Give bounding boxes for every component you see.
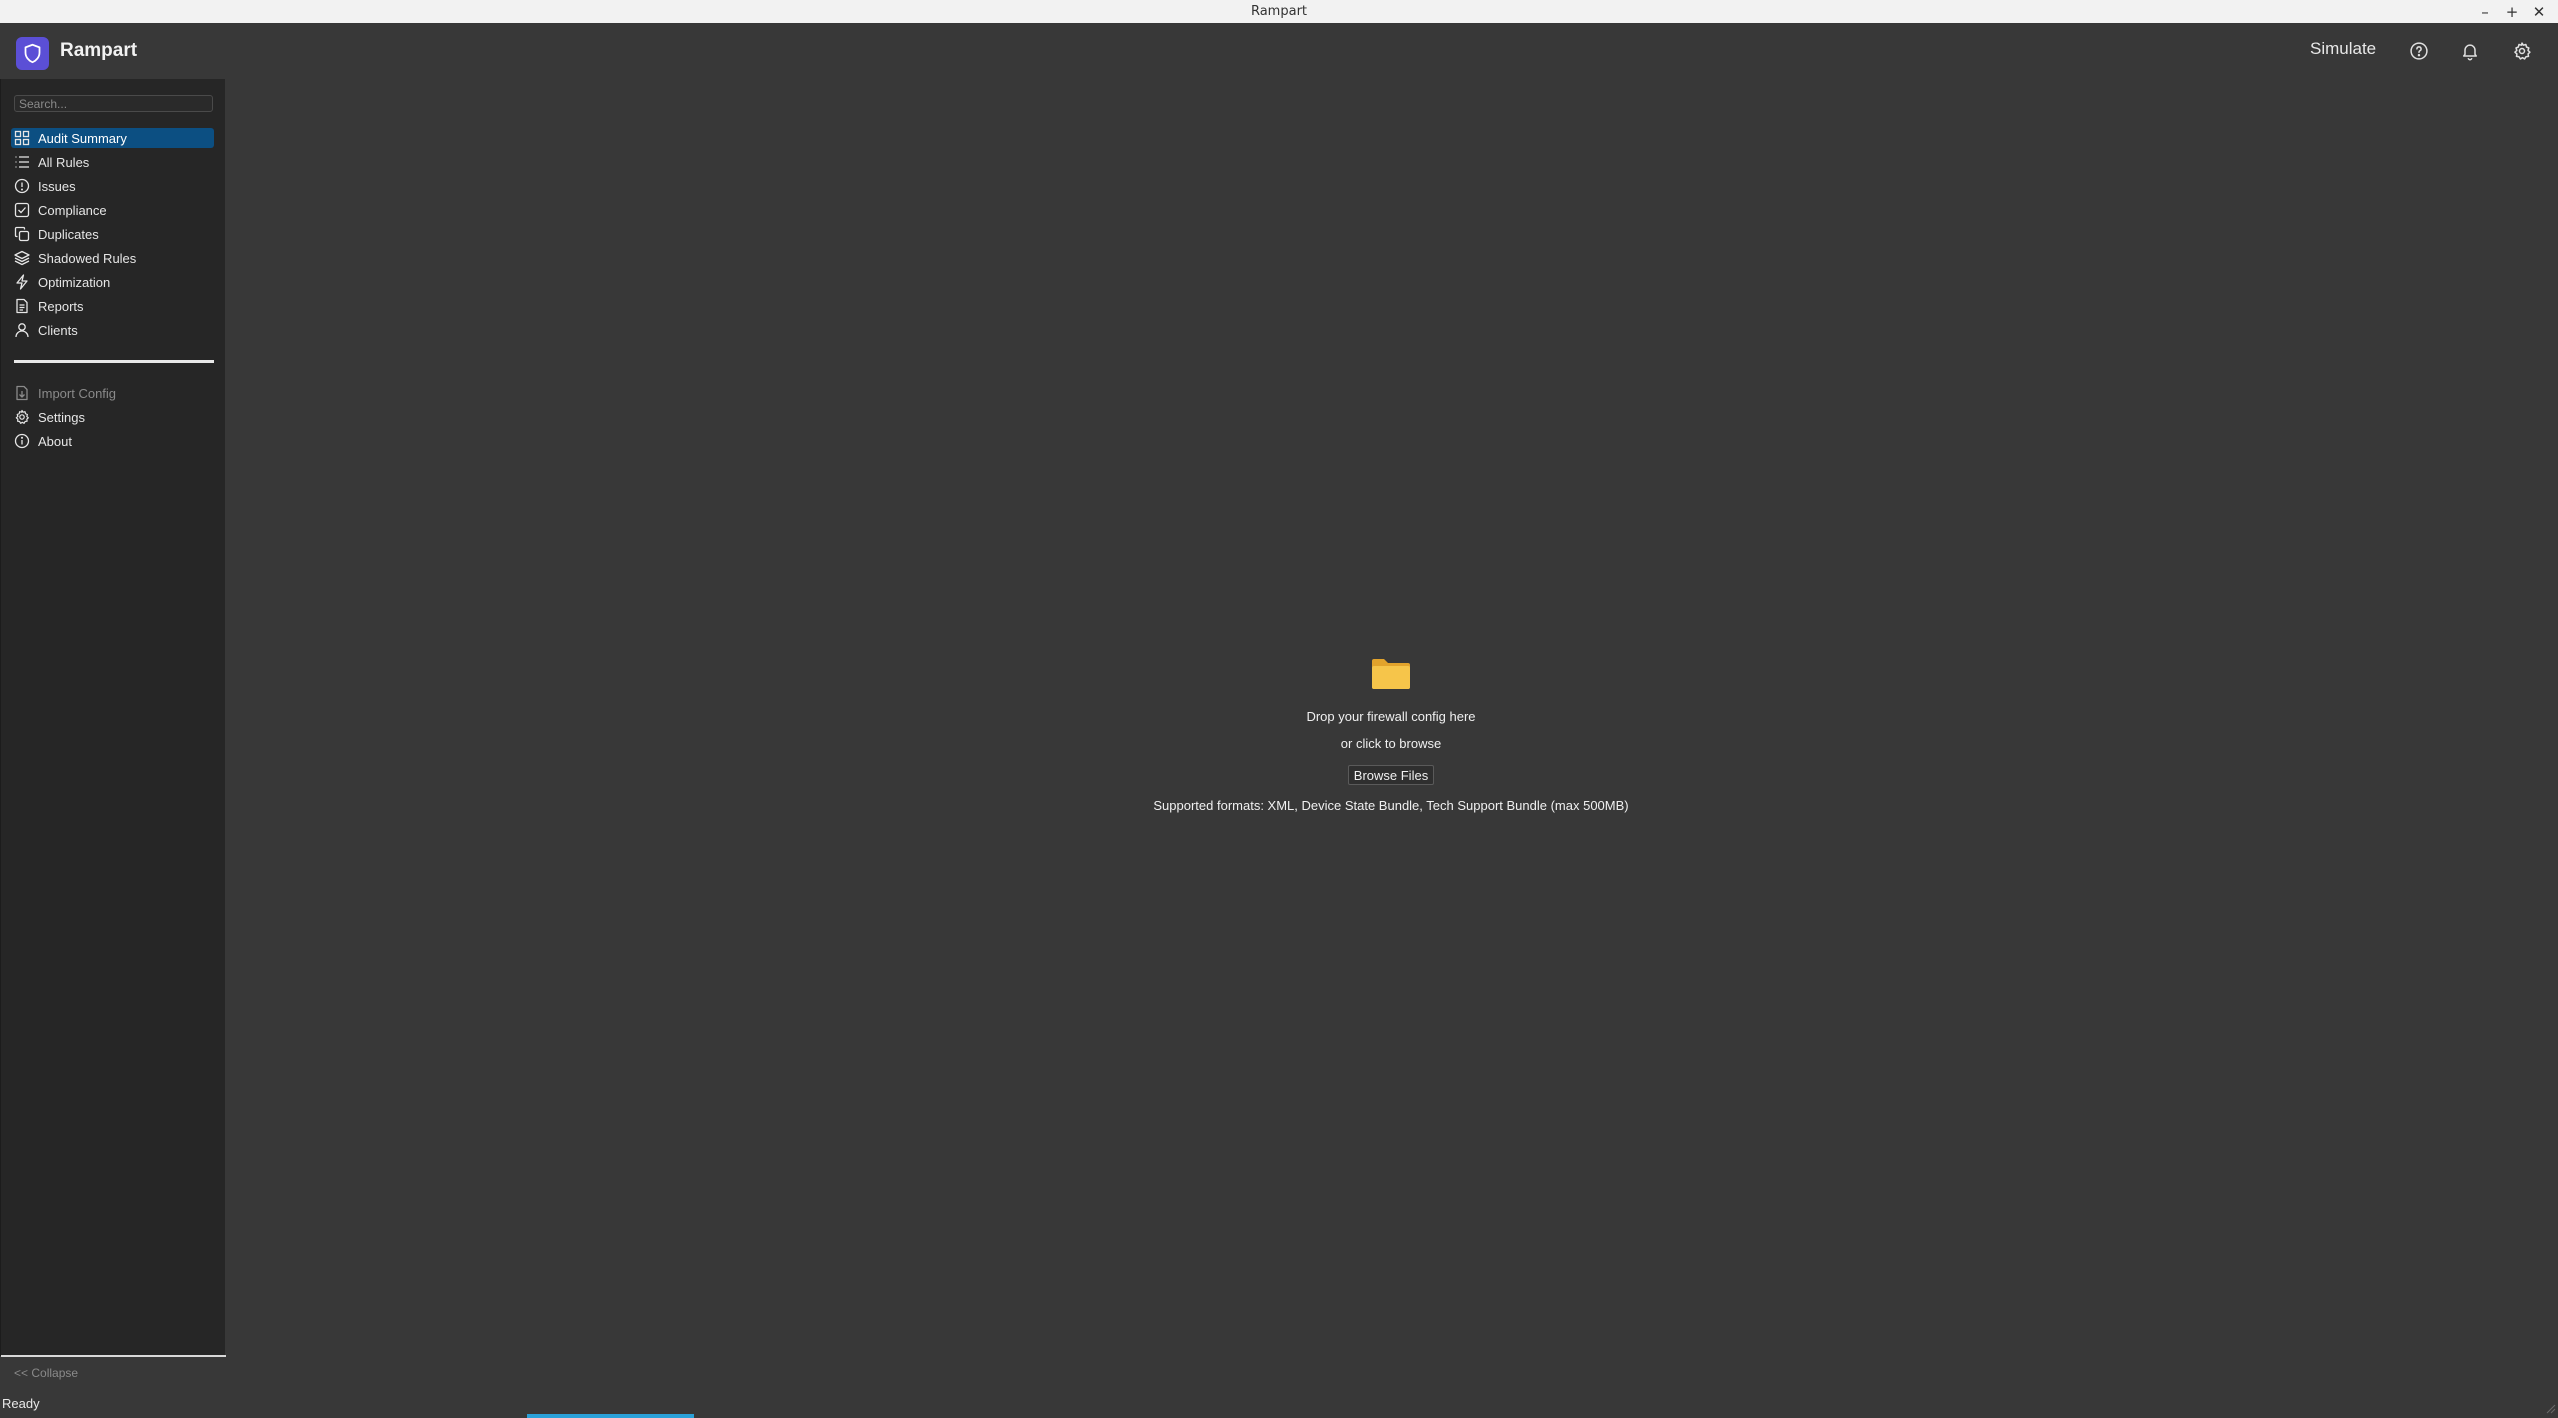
progress-indicator [527,1414,694,1418]
grid-icon [14,130,30,146]
sidebar-item-label: Settings [38,410,85,425]
app-header: Rampart Simulate [0,23,2558,79]
sidebar-item-duplicates[interactable]: Duplicates [11,224,214,244]
progress-track [0,1414,2558,1418]
close-button[interactable]: ✕ [2528,2,2550,22]
file-import-icon [16,385,28,401]
window-titlebar: Rampart – + ✕ [0,0,2558,24]
status-text: Ready [2,1396,40,1411]
gear-icon[interactable] [2508,37,2536,65]
sidebar-item-label: Duplicates [38,227,99,242]
sidebar-item-label: Optimization [38,275,111,290]
sidebar-item-label: All Rules [38,155,90,170]
sidebar-item-label: Issues [38,179,76,194]
sidebar-item-all-rules[interactable]: All Rules [11,152,214,172]
sidebar-item-shadowed-rules[interactable]: Shadowed Rules [11,248,214,268]
help-icon[interactable] [2405,37,2433,65]
sidebar: Audit Summary All Rules Issues Complianc… [0,79,226,1380]
checkbox-icon [14,202,30,218]
layers-icon [14,250,30,266]
sidebar-divider [14,360,214,363]
collapse-sidebar-button[interactable]: << Collapse [14,1366,78,1380]
search-input[interactable] [14,95,213,112]
sidebar-item-label: About [38,434,72,449]
copy-icon [14,226,30,242]
sidebar-item-about[interactable]: About [11,431,214,451]
user-icon [15,323,29,338]
bell-icon[interactable] [2456,37,2484,65]
window-title: Rampart [1250,4,1308,19]
lightning-icon [16,274,28,290]
gear-icon [15,409,29,424]
minimize-button[interactable]: – [2474,2,2496,22]
alert-circle-icon [14,178,30,194]
dropzone-primary-text: Drop your firewall config here [1306,709,1476,724]
sidebar-item-optimization[interactable]: Optimization [11,272,214,292]
sidebar-item-label: Import Config [38,386,117,401]
sidebar-item-import-config[interactable]: Import Config [11,383,214,403]
supported-formats-text: Supported formats: XML, Device State Bun… [1153,798,1629,813]
shield-logo-icon [16,37,49,70]
info-icon [14,433,30,449]
sidebar-item-label: Clients [38,323,78,338]
document-icon [16,298,28,314]
browse-files-button[interactable]: Browse Files [1348,765,1434,785]
list-icon [15,156,29,168]
sidebar-bottom-divider [1,1355,226,1357]
resize-grip-icon[interactable] [2546,1404,2556,1414]
sidebar-item-settings[interactable]: Settings [11,407,214,427]
sidebar-item-reports[interactable]: Reports [11,296,214,316]
maximize-button[interactable]: + [2501,2,2523,22]
sidebar-item-label: Audit Summary [38,131,127,146]
config-dropzone[interactable]: Drop your firewall config here or click … [1100,650,1682,820]
simulate-button[interactable]: Simulate [2310,39,2376,59]
sidebar-item-clients[interactable]: Clients [11,320,214,340]
dropzone-secondary-text: or click to browse [1340,736,1442,751]
sidebar-item-label: Compliance [38,203,107,218]
app-brand: Rampart [60,40,138,61]
sidebar-item-label: Shadowed Rules [38,251,137,266]
sidebar-item-label: Reports [38,299,84,314]
sidebar-item-compliance[interactable]: Compliance [11,200,214,220]
sidebar-item-issues[interactable]: Issues [11,176,214,196]
folder-icon [1372,659,1410,689]
sidebar-item-audit-summary[interactable]: Audit Summary [11,128,214,148]
